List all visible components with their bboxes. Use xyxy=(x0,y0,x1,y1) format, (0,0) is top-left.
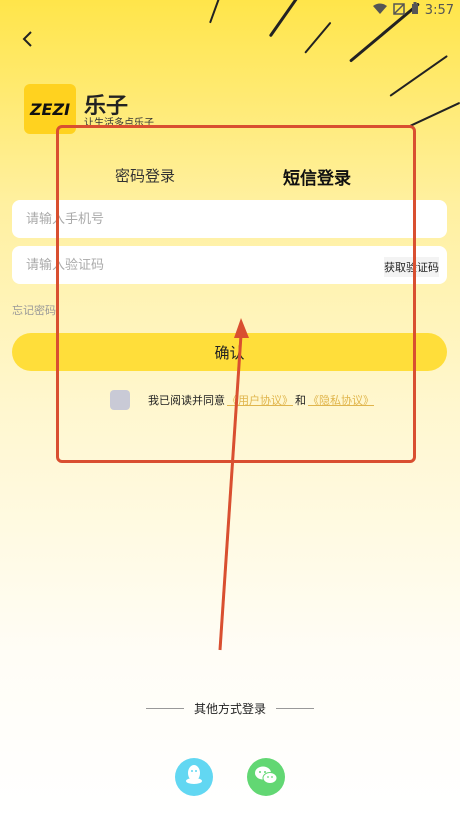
app-logo: ZEZI xyxy=(24,84,76,134)
back-arrow-icon xyxy=(21,30,33,52)
forgot-password-link[interactable]: 忘记密码 xyxy=(12,302,56,318)
agreement-row: 我已阅读并同意 《用户协议》 和 《隐私协议》 xyxy=(110,390,376,410)
annotation-highlight-box xyxy=(56,125,416,463)
decorative-streak xyxy=(209,0,222,24)
back-button[interactable] xyxy=(16,28,38,54)
logo-text: ZEZI xyxy=(29,99,71,119)
qq-icon xyxy=(184,764,204,790)
decorative-streak xyxy=(409,101,460,127)
get-code-button[interactable]: 获取验证码 xyxy=(384,257,439,277)
privacy-agreement-link[interactable]: 《隐私协议》 xyxy=(308,392,374,408)
user-agreement-link[interactable]: 《用户协议》 xyxy=(227,392,293,408)
wifi-icon xyxy=(372,3,387,19)
other-login-label: 其他方式登录 xyxy=(194,702,267,716)
wechat-icon xyxy=(254,765,278,789)
agreement-checkbox[interactable] xyxy=(110,390,130,410)
confirm-button[interactable]: 确认 xyxy=(12,333,447,371)
divider-line xyxy=(146,708,184,709)
agreement-prefix: 我已阅读并同意 xyxy=(148,394,225,407)
tab-sms-login[interactable]: 短信登录 xyxy=(283,164,351,189)
phone-field[interactable] xyxy=(12,200,447,238)
agreement-and: 和 xyxy=(295,394,306,407)
wechat-login-button[interactable] xyxy=(247,758,285,796)
status-time: 3:57 xyxy=(424,3,454,18)
status-bar: 3:57 xyxy=(372,2,454,19)
decorative-streak xyxy=(389,55,448,97)
app-slogan: 让生活多点乐子 xyxy=(84,118,154,129)
code-field[interactable]: 获取验证码 xyxy=(12,246,447,284)
qq-login-button[interactable] xyxy=(175,758,213,796)
tab-password-login[interactable]: 密码登录 xyxy=(115,165,175,186)
battery-icon xyxy=(411,2,419,19)
signal-icon xyxy=(393,2,405,19)
decorative-streak xyxy=(268,0,306,38)
verification-code-input[interactable] xyxy=(24,256,328,274)
other-login-divider: 其他方式登录 xyxy=(146,700,315,717)
decorative-streak xyxy=(304,21,332,54)
divider-line xyxy=(276,708,315,709)
phone-input[interactable] xyxy=(24,210,328,228)
